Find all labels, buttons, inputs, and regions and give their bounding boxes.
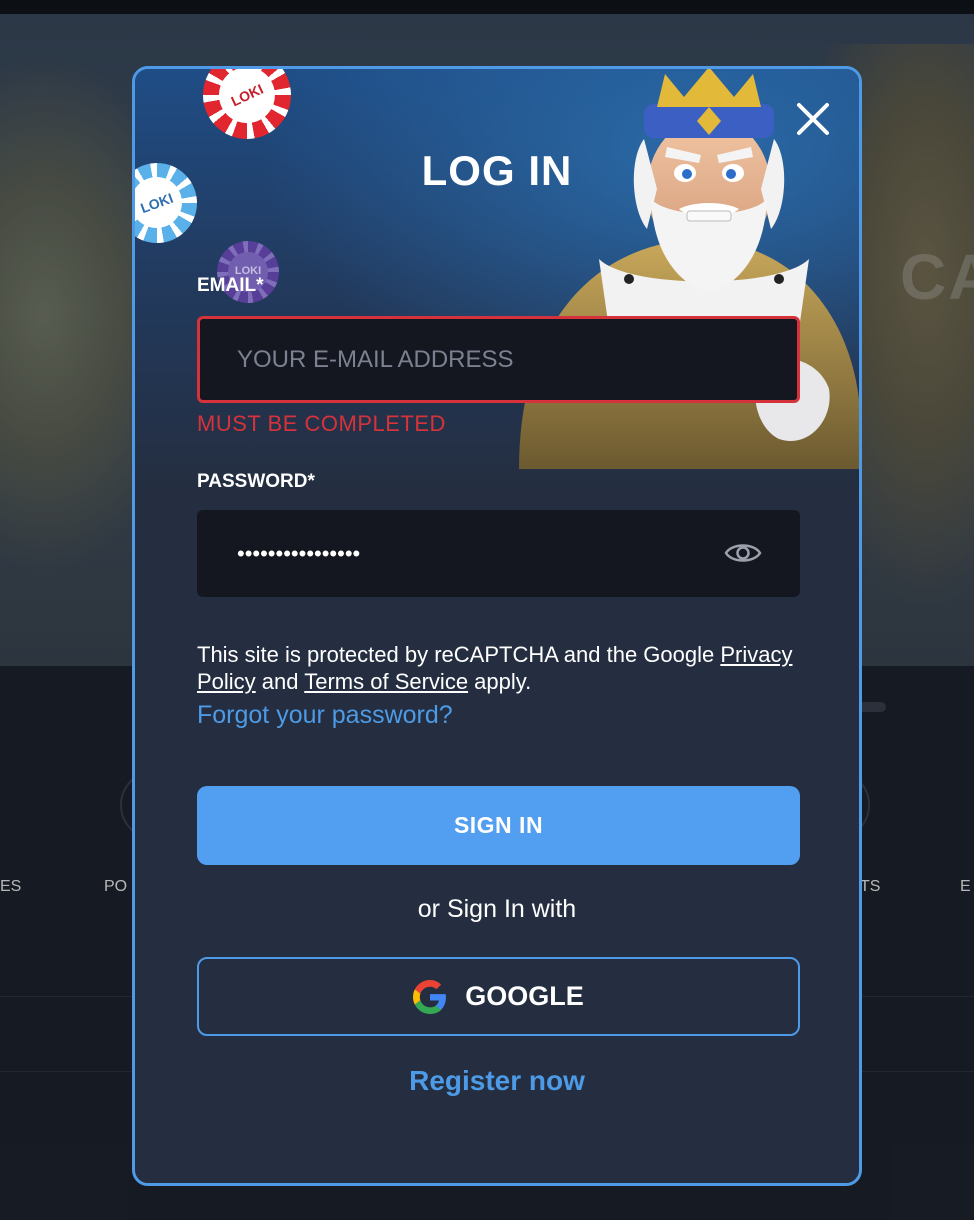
password-value: •••••••••••••••• (237, 540, 361, 566)
sign-in-button[interactable]: SIGN IN (197, 786, 800, 865)
recaptcha-notice: This site is protected by reCAPTCHA and … (197, 641, 807, 695)
password-label: PASSWORD* (197, 471, 315, 492)
password-input[interactable]: •••••••••••••••• (197, 510, 800, 597)
forgot-password-link[interactable]: Forgot your password? (197, 701, 453, 730)
login-modal: LOKI LOKI LOKI LOG IN EMAIL* YOUR E-MAIL… (132, 66, 862, 1186)
email-label: EMAIL* (197, 275, 264, 296)
recaptcha-text-before: This site is protected by reCAPTCHA and … (197, 642, 721, 667)
close-button[interactable] (795, 101, 831, 137)
recaptcha-text-middle: and (255, 669, 305, 694)
register-link[interactable]: Register now (135, 1065, 859, 1097)
google-button-label: GOOGLE (465, 981, 584, 1011)
chip-logo: LOKI (209, 69, 285, 133)
google-icon (413, 979, 447, 1014)
email-input[interactable] (197, 316, 800, 403)
google-sign-in-button[interactable]: GOOGLE (197, 957, 800, 1036)
eye-icon[interactable] (724, 538, 762, 568)
recaptcha-text-after: apply. (468, 669, 532, 694)
alt-sign-in-text: or Sign In with (417, 895, 577, 923)
modal-title: LOG IN (421, 147, 573, 194)
close-icon (797, 103, 829, 135)
email-error-message: MUST BE COMPLETED (197, 411, 446, 436)
terms-of-service-link[interactable]: Terms of Service (304, 669, 468, 694)
